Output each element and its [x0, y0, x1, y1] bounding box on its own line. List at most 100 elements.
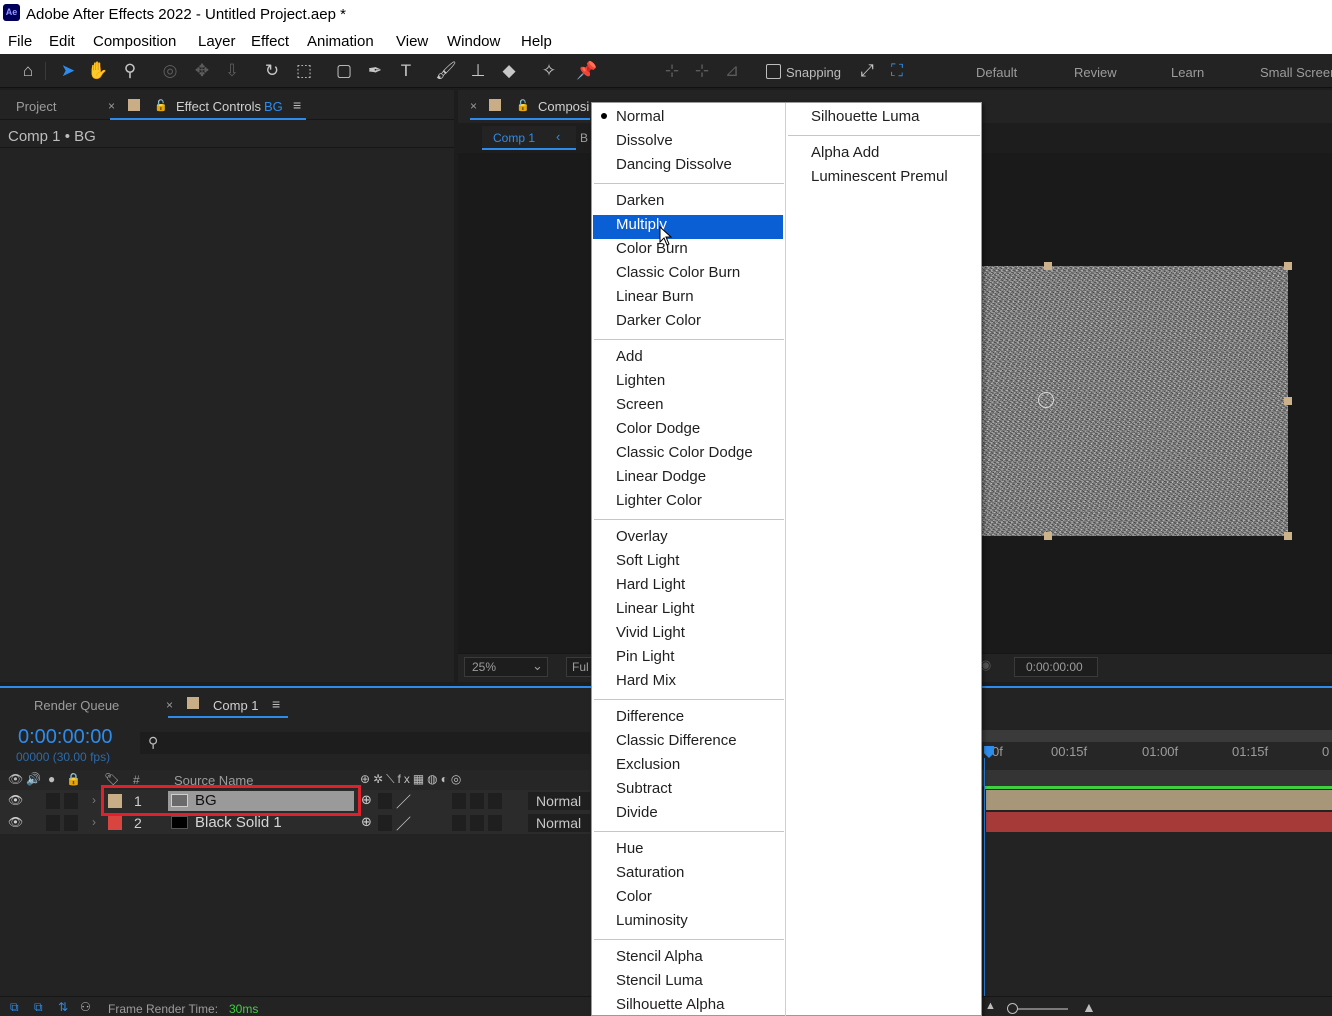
lock-icon[interactable]: 🔓: [516, 99, 530, 112]
close-icon[interactable]: ×: [166, 698, 173, 712]
menu-item-pin-light[interactable]: Pin Light: [616, 645, 674, 669]
solo-cell[interactable]: [46, 815, 60, 831]
switch-cell[interactable]: [488, 815, 502, 831]
home-icon[interactable]: ⌂: [16, 59, 40, 83]
lock-icon[interactable]: 🔓: [154, 99, 168, 112]
menu-item-dancing-dissolve[interactable]: Dancing Dissolve: [616, 153, 732, 177]
comp-subtab-label[interactable]: Comp 1: [493, 131, 535, 145]
menu-item-linear-dodge[interactable]: Linear Dodge: [616, 465, 706, 489]
switch-cell[interactable]: [488, 793, 502, 809]
menu-item-silhouette-luma[interactable]: Silhouette Luma: [811, 105, 919, 129]
shy-switch-icon[interactable]: ⊕: [361, 792, 372, 808]
chevron-right-icon[interactable]: ›: [92, 815, 96, 829]
zoom-in-icon[interactable]: ▲: [1082, 999, 1096, 1015]
type-tool-icon[interactable]: T: [394, 59, 418, 83]
menu-effect[interactable]: Effect: [251, 33, 289, 50]
menu-item-soft-light[interactable]: Soft Light: [616, 549, 679, 573]
layer-bar-black-solid[interactable]: [986, 812, 1332, 832]
panel-menu-icon[interactable]: ≡: [293, 97, 301, 113]
transform-handle[interactable]: [1044, 532, 1052, 540]
local-axis-icon[interactable]: ⊹: [660, 59, 684, 83]
world-axis-icon[interactable]: ⊹: [690, 59, 714, 83]
menu-file[interactable]: File: [8, 33, 32, 50]
dolly-camera-icon[interactable]: ⇩: [220, 59, 244, 83]
chevron-left-icon[interactable]: ‹: [556, 129, 560, 144]
menu-item-darken[interactable]: Darken: [616, 189, 664, 213]
menu-item-hard-mix[interactable]: Hard Mix: [616, 669, 676, 693]
menu-item-linear-light[interactable]: Linear Light: [616, 597, 694, 621]
menu-item-luminescent-premul[interactable]: Luminescent Premul: [811, 165, 948, 189]
blend-mode-dropdown[interactable]: Normal: [528, 792, 590, 810]
menu-item-hue[interactable]: Hue: [616, 837, 644, 861]
zoom-tool-icon[interactable]: ⚲: [118, 59, 142, 83]
layer-switches-icon[interactable]: ⧉: [10, 1000, 19, 1015]
workspace-default[interactable]: Default: [976, 65, 1017, 80]
switch-cell[interactable]: [452, 793, 466, 809]
menu-item-lighten[interactable]: Lighten: [616, 369, 665, 393]
close-icon[interactable]: ×: [108, 99, 115, 113]
menu-item-color-dodge[interactable]: Color Dodge: [616, 417, 700, 441]
menu-item-linear-burn[interactable]: Linear Burn: [616, 285, 694, 309]
menu-item-stencil-alpha[interactable]: Stencil Alpha: [616, 945, 703, 969]
view-axis-icon[interactable]: ⊿: [720, 59, 744, 83]
menu-item-dissolve[interactable]: Dissolve: [616, 129, 673, 153]
eraser-tool-icon[interactable]: ◆: [497, 59, 521, 83]
menu-item-classic-color-dodge[interactable]: Classic Color Dodge: [616, 441, 753, 465]
anchor-point-icon[interactable]: [1038, 392, 1054, 408]
clone-stamp-tool-icon[interactable]: ⊥: [466, 59, 490, 83]
pan-behind-tool-icon[interactable]: ⬚: [292, 59, 316, 83]
pen-tool-icon[interactable]: ✒: [363, 59, 387, 83]
quality-switch-icon[interactable]: ／: [396, 791, 411, 812]
tab-project[interactable]: Project: [16, 99, 56, 114]
switch-cell[interactable]: [470, 815, 484, 831]
eye-icon[interactable]: 👁: [8, 793, 23, 807]
snap-edges-icon[interactable]: ⤢: [855, 59, 879, 83]
tab-render-queue[interactable]: Render Queue: [34, 698, 119, 713]
panel-menu-icon[interactable]: ≡: [272, 696, 280, 712]
layer-bar-bg[interactable]: [986, 790, 1332, 810]
zoom-slider-thumb[interactable]: [1007, 1003, 1018, 1014]
menu-item-color[interactable]: Color: [616, 885, 652, 909]
hand-tool-icon[interactable]: ✋: [86, 59, 110, 83]
menu-animation[interactable]: Animation: [307, 33, 374, 50]
transform-handle[interactable]: [1284, 532, 1292, 540]
workspace-learn[interactable]: Learn: [1171, 65, 1204, 80]
menu-edit[interactable]: Edit: [49, 33, 75, 50]
rectangle-tool-icon[interactable]: ▢: [332, 59, 356, 83]
current-time-display[interactable]: 0:00:00:00: [18, 726, 113, 749]
menu-item-stencil-luma[interactable]: Stencil Luma: [616, 969, 703, 993]
puppet-pin-tool-icon[interactable]: 📌: [575, 59, 599, 83]
chevron-right-icon[interactable]: ›: [92, 793, 96, 807]
in-out-icon[interactable]: ⇅: [58, 1000, 68, 1014]
pan-camera-icon[interactable]: ✥: [190, 59, 214, 83]
switch-cell[interactable]: [378, 793, 392, 809]
workspace-small-screen[interactable]: Small Screen: [1260, 65, 1332, 80]
switch-cell[interactable]: [378, 815, 392, 831]
workspace-review[interactable]: Review: [1074, 65, 1117, 80]
blend-mode-dropdown[interactable]: Normal: [528, 814, 590, 832]
orbit-camera-icon[interactable]: ◎: [158, 59, 182, 83]
comp-subtab-next[interactable]: B: [580, 131, 588, 145]
menu-item-screen[interactable]: Screen: [616, 393, 664, 417]
menu-item-normal[interactable]: Normal: [616, 105, 664, 129]
menu-item-hard-light[interactable]: Hard Light: [616, 573, 685, 597]
menu-item-add[interactable]: Add: [616, 345, 643, 369]
brush-tool-icon[interactable]: 🖌: [434, 59, 458, 83]
switch-cell[interactable]: [470, 793, 484, 809]
layer-label-color[interactable]: [108, 816, 122, 830]
shy-switch-icon[interactable]: ⊕: [361, 814, 372, 830]
transfer-controls-icon[interactable]: ⧉: [34, 1000, 43, 1015]
menu-item-overlay[interactable]: Overlay: [616, 525, 668, 549]
menu-item-classic-color-burn[interactable]: Classic Color Burn: [616, 261, 740, 285]
tab-comp[interactable]: Comp 1: [213, 698, 259, 713]
menu-item-vivid-light[interactable]: Vivid Light: [616, 621, 685, 645]
transform-handle[interactable]: [1284, 262, 1292, 270]
transform-handle[interactable]: [1284, 397, 1292, 405]
quality-switch-icon[interactable]: ／: [396, 813, 411, 834]
menu-window[interactable]: Window: [447, 33, 500, 50]
bg-layer-preview[interactable]: [982, 266, 1288, 536]
menu-item-saturation[interactable]: Saturation: [616, 861, 684, 885]
search-input[interactable]: [140, 732, 590, 754]
rotate-tool-icon[interactable]: ↻: [260, 59, 284, 83]
solo-cell[interactable]: [46, 793, 60, 809]
